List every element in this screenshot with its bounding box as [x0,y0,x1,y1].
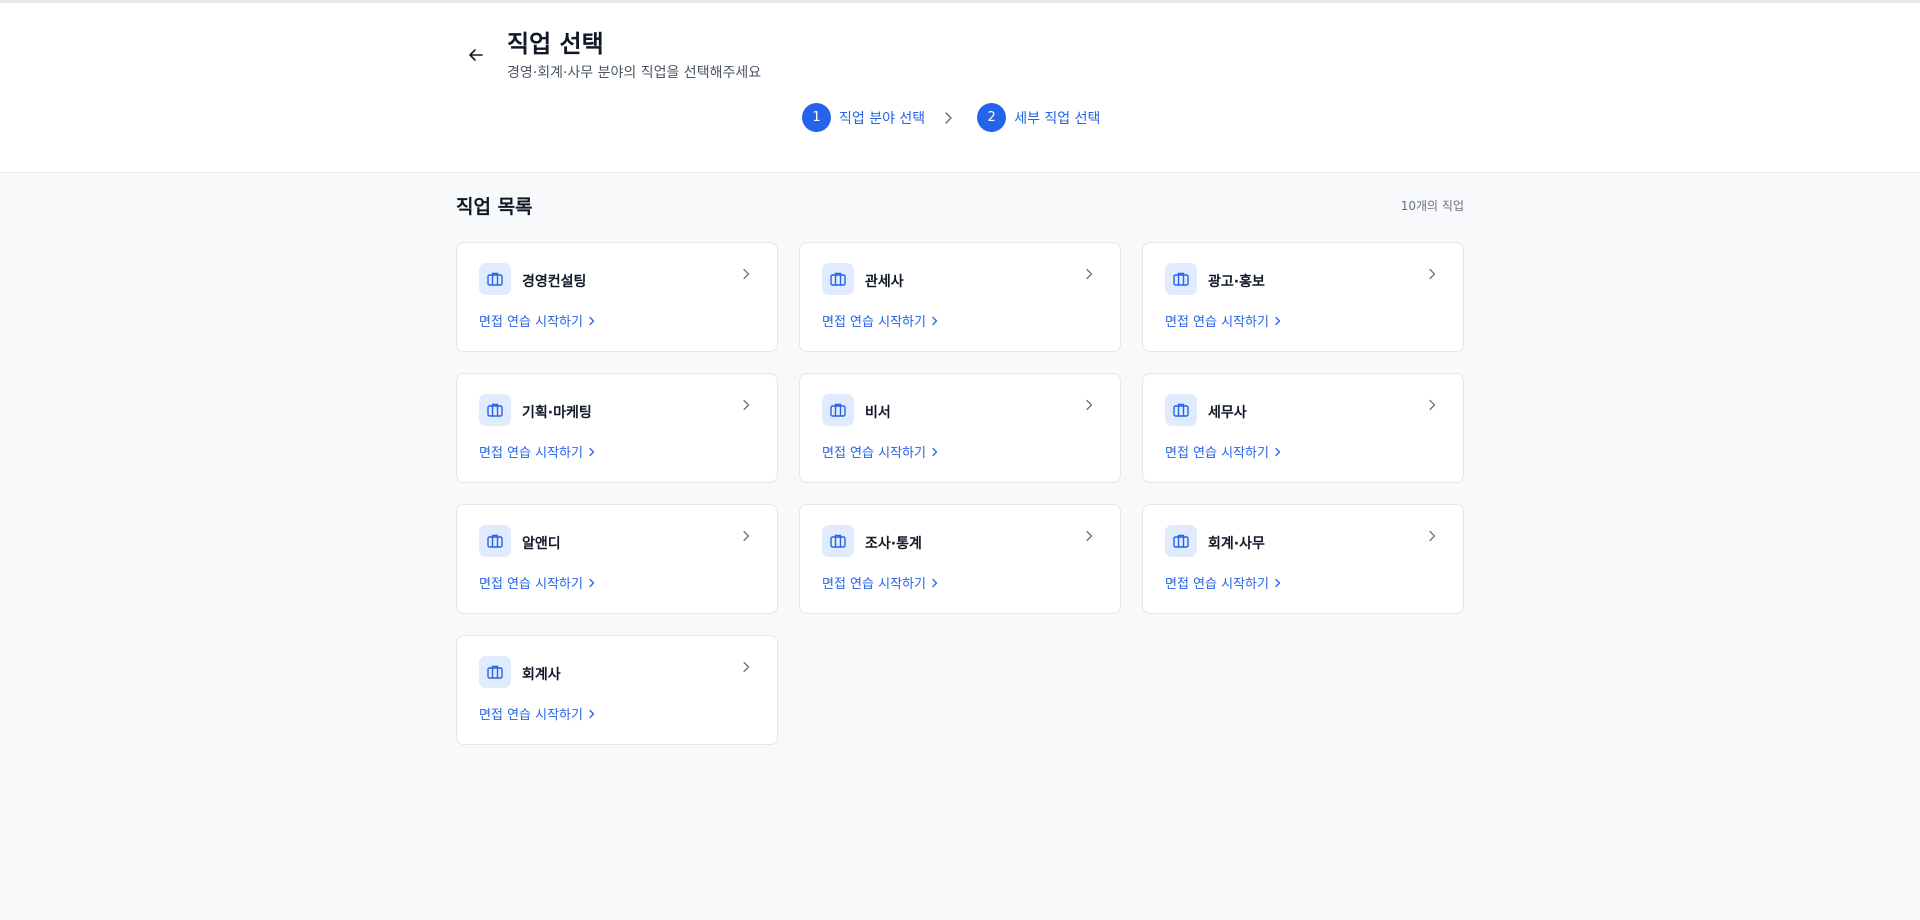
chevron-right-icon [943,111,955,125]
chevron-right-icon [932,316,938,325]
chevron-right-icon [589,316,595,325]
start-practice-link[interactable]: 면접 연습 시작하기 [1165,573,1282,592]
chevron-right-icon [1427,396,1437,415]
start-practice-link[interactable]: 면접 연습 시작하기 [1165,442,1282,461]
job-card[interactable]: 알앤디 면접 연습 시작하기 [456,504,778,614]
arrow-left-icon [469,49,483,61]
briefcase-icon [1165,263,1197,295]
job-name: 세무사 [1208,405,1247,421]
briefcase-icon [1165,394,1197,426]
job-card[interactable]: 광고·홍보 면접 연습 시작하기 [1142,242,1464,352]
chevron-right-icon [589,709,595,718]
job-card[interactable]: 세무사 면접 연습 시작하기 [1142,373,1464,483]
job-name: 회계사 [522,667,561,683]
page-header: 직업 선택 경영·회계·사무 분야의 직업을 선택해주세요 1 직업 분야 선택… [0,3,1920,173]
job-name: 조사·통계 [865,536,922,552]
start-practice-label: 면접 연습 시작하기 [822,446,926,461]
start-practice-label: 면접 연습 시작하기 [479,708,583,723]
start-practice-label: 면접 연습 시작하기 [479,315,583,330]
briefcase-icon [479,525,511,557]
briefcase-icon [822,263,854,295]
start-practice-link[interactable]: 면접 연습 시작하기 [479,704,596,723]
start-practice-label: 면접 연습 시작하기 [479,577,583,592]
start-practice-link[interactable]: 면접 연습 시작하기 [822,442,939,461]
list-title: 직업 목록 [456,195,533,218]
job-name: 비서 [865,405,891,421]
chevron-right-icon [741,527,751,546]
briefcase-icon [479,394,511,426]
start-practice-link[interactable]: 면접 연습 시작하기 [479,573,596,592]
page-subtitle: 경영·회계·사무 분야의 직업을 선택해주세요 [507,65,762,81]
briefcase-icon [479,263,511,295]
start-practice-label: 면접 연습 시작하기 [822,315,926,330]
start-practice-link[interactable]: 면접 연습 시작하기 [822,573,939,592]
chevron-right-icon [932,578,938,587]
job-name: 알앤디 [522,536,561,552]
start-practice-label: 면접 연습 시작하기 [1165,446,1269,461]
step-2[interactable]: 2 세부 직업 선택 [977,103,1100,132]
job-card[interactable]: 경영컨설팅 면접 연습 시작하기 [456,242,778,352]
job-list-section: 직업 목록 10개의 직업 경영컨설팅 면접 연습 시작하기 관세사 면접 연습… [456,190,1464,745]
step-1[interactable]: 1 직업 분야 선택 [802,103,925,132]
chevron-right-icon [741,396,751,415]
start-practice-label: 면접 연습 시작하기 [822,577,926,592]
job-card[interactable]: 회계사 면접 연습 시작하기 [456,635,778,745]
job-name: 광고·홍보 [1208,274,1265,290]
job-name: 관세사 [865,274,904,290]
briefcase-icon [822,525,854,557]
chevron-right-icon [1275,578,1281,587]
job-name: 회계·사무 [1208,536,1265,552]
start-practice-link[interactable]: 면접 연습 시작하기 [479,442,596,461]
job-card[interactable]: 회계·사무 면접 연습 시작하기 [1142,504,1464,614]
start-practice-label: 면접 연습 시작하기 [479,446,583,461]
step-number: 1 [802,103,831,132]
start-practice-link[interactable]: 면접 연습 시작하기 [822,311,939,330]
chevron-right-icon [1084,265,1094,284]
start-practice-link[interactable]: 면접 연습 시작하기 [479,311,596,330]
job-name: 경영컨설팅 [522,274,587,290]
briefcase-icon [1165,525,1197,557]
back-button[interactable] [460,39,492,71]
page-title: 직업 선택 [507,30,604,58]
chevron-right-icon [1275,316,1281,325]
chevron-right-icon [1084,396,1094,415]
job-grid: 경영컨설팅 면접 연습 시작하기 관세사 면접 연습 시작하기 광고·홍보 면접… [456,242,1464,745]
step-number: 2 [977,103,1007,132]
chevron-right-icon [1427,527,1437,546]
step-indicator: 1 직업 분야 선택 2 세부 직업 선택 [802,103,1100,132]
step-label: 직업 분야 선택 [839,110,926,127]
briefcase-icon [822,394,854,426]
chevron-right-icon [741,658,751,677]
briefcase-icon [479,656,511,688]
job-card[interactable]: 관세사 면접 연습 시작하기 [799,242,1121,352]
chevron-right-icon [1275,447,1281,456]
job-count: 10개의 직업 [1400,198,1464,213]
chevron-right-icon [589,447,595,456]
job-card[interactable]: 기획·마케팅 면접 연습 시작하기 [456,373,778,483]
chevron-right-icon [932,447,938,456]
chevron-right-icon [589,578,595,587]
step-label: 세부 직업 선택 [1014,110,1101,127]
job-card[interactable]: 비서 면접 연습 시작하기 [799,373,1121,483]
start-practice-label: 면접 연습 시작하기 [1165,577,1269,592]
chevron-right-icon [1084,527,1094,546]
start-practice-label: 면접 연습 시작하기 [1165,315,1269,330]
job-name: 기획·마케팅 [522,405,592,421]
job-card[interactable]: 조사·통계 면접 연습 시작하기 [799,504,1121,614]
chevron-right-icon [1427,265,1437,284]
chevron-right-icon [741,265,751,284]
start-practice-link[interactable]: 면접 연습 시작하기 [1165,311,1282,330]
